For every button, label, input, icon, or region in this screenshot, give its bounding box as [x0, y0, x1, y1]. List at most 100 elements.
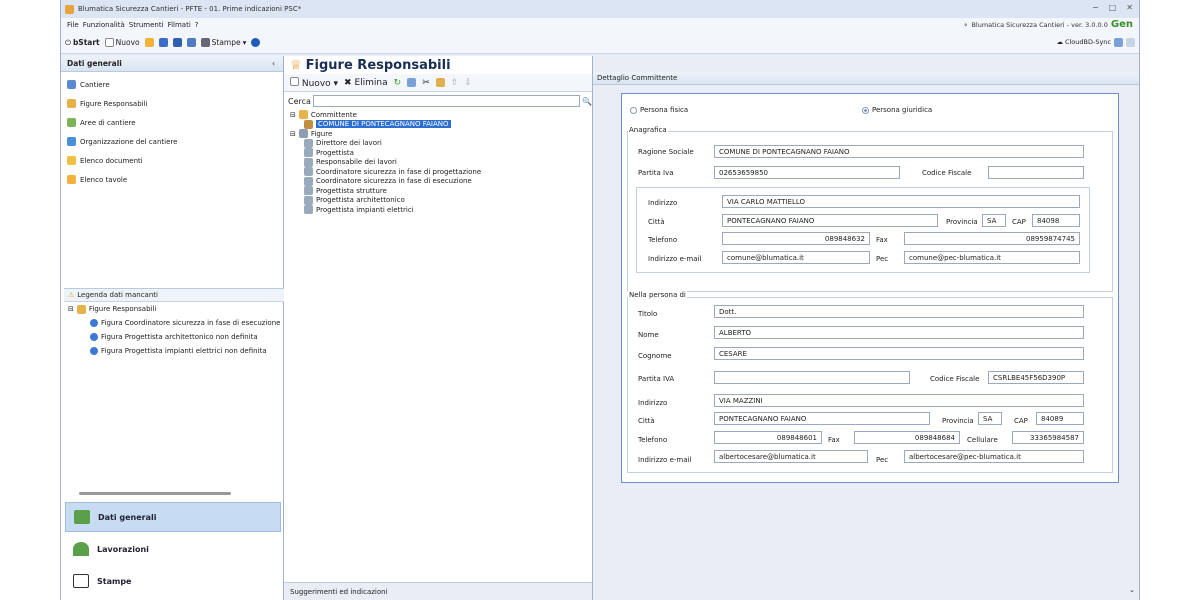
radio-persona-fisica[interactable]: Persona fisica: [630, 106, 688, 114]
p-indirizzo-label: Indirizzo: [638, 399, 668, 407]
p-indirizzo-field[interactable]: VIA MAZZINI: [714, 394, 1084, 407]
open-folder-icon[interactable]: [144, 38, 154, 47]
info-icon[interactable]: [1126, 38, 1135, 47]
pec-field[interactable]: comune@pec-blumatica.it: [904, 251, 1080, 264]
tree-node-figure-item[interactable]: Direttore dei lavori: [290, 138, 592, 149]
sidebar-header: Dati generali ‹: [61, 56, 283, 72]
p-cap-field[interactable]: 84089: [1036, 412, 1084, 425]
cut-icon[interactable]: ✂: [422, 78, 430, 88]
cf-field[interactable]: CSRLBE45F56D390P: [988, 371, 1084, 384]
persona-label: Nella persona di: [628, 291, 687, 299]
p-telefono-field[interactable]: 089848601: [714, 431, 822, 444]
collapse-icon[interactable]: ‹: [272, 59, 275, 68]
tree-node-figure-item[interactable]: Progettista architettonico: [290, 195, 592, 206]
nome-field[interactable]: ALBERTO: [714, 326, 1084, 339]
sidebar-item-figure-responsabili[interactable]: Figure Responsabili: [61, 94, 283, 113]
bstart-button[interactable]: ⏻ bStart: [65, 38, 100, 48]
menu-strumenti[interactable]: Strumenti: [129, 21, 164, 29]
print-menu-button[interactable]: Stampe ▾: [200, 38, 246, 47]
email-field[interactable]: comune@blumatica.it: [722, 251, 870, 264]
cap-field[interactable]: 84098: [1032, 214, 1080, 227]
panel-title: ♕ Figure Responsabili: [290, 57, 451, 73]
cognome-field[interactable]: CESARE: [714, 347, 1084, 360]
save-icon[interactable]: [158, 38, 168, 47]
piva-field[interactable]: [714, 371, 910, 384]
tree-node-figure-item[interactable]: Progettista impianti elettrici: [290, 205, 592, 215]
figure-group-icon: [298, 129, 308, 139]
p-citta-field[interactable]: PONTECAGNANO FAIANO: [714, 412, 930, 425]
new-button[interactable]: Nuovo: [104, 38, 140, 47]
legend-item[interactable]: Figura Coordinatore sicurezza in fase di…: [64, 316, 284, 330]
suggestions-bar[interactable]: Suggerimenti ed indicazioni: [284, 582, 592, 600]
telefono-field[interactable]: 089848632: [722, 232, 870, 245]
legend-item[interactable]: Figura Progettista architettonico non de…: [64, 330, 284, 344]
menu-filmati[interactable]: Filmati: [168, 21, 191, 29]
radio-persona-giuridica[interactable]: Persona giuridica: [862, 106, 932, 114]
legend-item[interactable]: Figura Progettista impianti elettrici no…: [64, 344, 284, 358]
tree-node-figure-item[interactable]: Responsabile dei lavori: [290, 157, 592, 168]
provincia-field[interactable]: SA: [982, 214, 1006, 227]
cf-label: Codice Fiscale: [930, 375, 980, 383]
fax-label: Fax: [876, 236, 888, 244]
save-as-icon[interactable]: [172, 38, 182, 47]
move-down-icon[interactable]: ⇩: [464, 78, 472, 88]
cloud-sync-button[interactable]: ☁ CloudBD-Sync: [1056, 38, 1111, 46]
brand-logo: Gen: [1110, 19, 1133, 30]
sidebar-item-aree[interactable]: Aree di cantiere: [61, 113, 283, 132]
sidebar-item-tavole[interactable]: Elenco tavole: [61, 170, 283, 189]
fax-field[interactable]: 08959874745: [904, 232, 1080, 245]
indirizzo-field[interactable]: VIA CARLO MATTIELLO: [722, 195, 1080, 208]
tree-node-figure-item[interactable]: Coordinatore sicurezza in fase di proget…: [290, 167, 592, 177]
p-telefono-label: Telefono: [638, 436, 668, 444]
tree-node-comune[interactable]: COMUNE DI PONTECAGNANO FAIANO: [290, 119, 592, 130]
figure-icon: [76, 304, 86, 314]
help-icon[interactable]: [251, 38, 261, 47]
legend-root[interactable]: ⊟ Figure Responsabili: [64, 302, 284, 316]
copy-icon[interactable]: [407, 78, 417, 87]
tree-node-committente[interactable]: ⊟ Committente: [290, 110, 592, 120]
search-icon[interactable]: 🔍: [582, 97, 592, 106]
maximize-icon[interactable]: □: [1109, 3, 1117, 12]
new-figure-button[interactable]: Nuovo ▾: [290, 76, 338, 89]
tree-node-figure-item[interactable]: Coordinatore sicurezza in fase di esecuz…: [290, 176, 592, 187]
p-cellulare-field[interactable]: 33365984587: [1012, 431, 1084, 444]
partita-iva-field[interactable]: 02653659850: [714, 166, 900, 179]
tree-node-figure[interactable]: ⊟ Figure: [290, 129, 592, 139]
move-up-icon[interactable]: ⇧: [451, 78, 459, 88]
p-pec-field[interactable]: albertocesare@pec-blumatica.it: [904, 450, 1084, 463]
codice-fiscale-field[interactable]: [988, 166, 1084, 179]
figure-icon: [67, 99, 76, 108]
save-all-icon[interactable]: [186, 38, 196, 47]
p-fax-field[interactable]: 089848684: [854, 431, 960, 444]
menu-funzionalita[interactable]: Funzionalità: [83, 21, 125, 29]
minimize-icon[interactable]: −: [1092, 3, 1099, 12]
sidebar-item-documenti[interactable]: Elenco documenti: [61, 151, 283, 170]
close-icon[interactable]: ✕: [1126, 3, 1133, 12]
tree-node-figure-item[interactable]: Progettista: [290, 148, 592, 158]
search-input[interactable]: [312, 95, 581, 107]
menu-help[interactable]: ?: [195, 21, 199, 29]
delete-button[interactable]: ✖ Elimina: [344, 78, 388, 88]
person-icon: [304, 176, 313, 186]
p-email-field[interactable]: albertocesare@blumatica.it: [714, 450, 868, 463]
provincia-label: Provincia: [946, 218, 978, 226]
paste-icon[interactable]: [435, 78, 445, 87]
menu-file[interactable]: File: [67, 21, 79, 29]
refresh-icon[interactable]: ↻: [394, 78, 402, 88]
lavorazioni-icon: [73, 542, 89, 556]
dati-generali-button[interactable]: Dati generali: [65, 502, 281, 532]
lavorazioni-button[interactable]: Lavorazioni: [65, 534, 281, 564]
ragione-sociale-field[interactable]: COMUNE DI PONTECAGNANO FAIANO: [714, 145, 1084, 158]
tree-node-figure-item[interactable]: Progettista strutture: [290, 186, 592, 196]
anagrafica-label: Anagrafica: [628, 126, 668, 134]
sidebar-item-cantiere[interactable]: Cantiere: [61, 75, 283, 94]
horizontal-scrollbar[interactable]: [79, 492, 231, 495]
citta-field[interactable]: PONTECAGNANO FAIANO: [722, 214, 938, 227]
sidebar-item-organizzazione[interactable]: Organizzazione del cantiere: [61, 132, 283, 151]
stampe-button[interactable]: Stampe: [65, 566, 281, 596]
titolo-field[interactable]: Dott.: [714, 305, 1084, 318]
chevron-down-icon[interactable]: ⌄: [1129, 586, 1135, 594]
citta-label: Città: [648, 218, 665, 226]
p-provincia-field[interactable]: SA: [978, 412, 1002, 425]
settings-icon[interactable]: [1114, 38, 1123, 47]
